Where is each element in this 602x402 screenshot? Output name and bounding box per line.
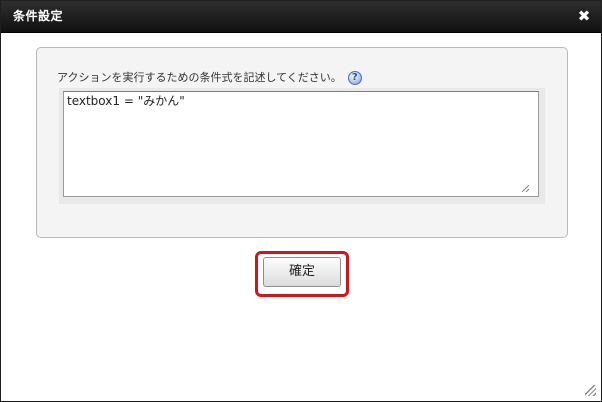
textarea-resize-grip-icon[interactable] — [522, 185, 529, 192]
condition-panel: アクションを実行するための条件式を記述してください。 ? textbox1 = … — [36, 47, 568, 238]
prompt-label: アクションを実行するための条件式を記述してください。 — [57, 71, 342, 84]
condition-expression-field[interactable]: textbox1 = "みかん" — [63, 91, 539, 197]
help-icon[interactable]: ? — [347, 71, 362, 85]
dialog-resize-grip-icon[interactable] — [585, 385, 596, 396]
dialog-title: 条件設定 — [13, 9, 64, 23]
confirm-button[interactable]: 確定 — [263, 257, 341, 287]
condition-settings-dialog: 条件設定 ✖ アクションを実行するための条件式を記述してください。 ? text… — [0, 0, 602, 402]
close-icon[interactable]: ✖ — [575, 7, 593, 25]
dialog-titlebar[interactable]: 条件設定 ✖ — [1, 1, 601, 33]
prompt-row: アクションを実行するための条件式を記述してください。 ? — [57, 70, 362, 86]
condition-textarea-container: textbox1 = "みかん" — [59, 88, 545, 204]
